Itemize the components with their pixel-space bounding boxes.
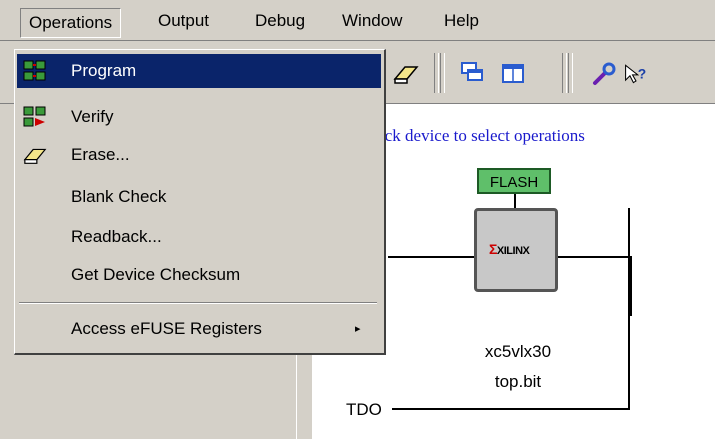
tile-windows-icon[interactable] xyxy=(500,61,526,87)
cascade-windows-icon[interactable] xyxy=(460,61,486,87)
menu-item-program[interactable]: Program xyxy=(17,54,381,88)
menu-bar: Operations Output Debug Window Help xyxy=(0,0,715,41)
menu-item-erase[interactable]: Erase... xyxy=(17,138,381,172)
menu-item-readback[interactable]: Readback... xyxy=(17,220,381,254)
xilinx-device-chip[interactable]: ΣXILINX xyxy=(474,208,558,292)
menu-item-get-device-checksum[interactable]: Get Device Checksum xyxy=(17,258,381,292)
menu-item-label: Program xyxy=(71,61,137,80)
menu-item-label: Access eFUSE Registers xyxy=(71,319,262,338)
menu-debug[interactable]: Debug xyxy=(251,9,309,33)
operations-menu: Program Verify Erase... Blank Check Read… xyxy=(14,49,386,355)
chain-wire xyxy=(558,256,630,258)
tdo-label: TDO xyxy=(346,400,382,419)
eraser-icon xyxy=(23,148,47,164)
tdo-wire xyxy=(392,408,630,410)
device-name: xc5vlx30 xyxy=(484,342,552,361)
eraser-icon[interactable] xyxy=(393,61,419,87)
verify-icon xyxy=(23,106,46,127)
toolbar-separator xyxy=(440,53,445,93)
menu-help[interactable]: Help xyxy=(440,9,483,33)
toolbar-separator xyxy=(568,53,573,93)
chain-wire xyxy=(628,256,632,316)
xilinx-logo: ΣXILINX xyxy=(489,241,530,257)
menu-operations[interactable]: Operations xyxy=(20,8,122,38)
menu-window[interactable]: Window xyxy=(338,9,406,33)
menu-item-label: Blank Check xyxy=(71,187,167,206)
menu-item-label: Readback... xyxy=(71,227,162,246)
chain-wire xyxy=(388,256,474,258)
toolbar-separator xyxy=(562,53,567,93)
program-icon xyxy=(23,60,46,81)
flash-device[interactable]: FLASH xyxy=(477,168,551,194)
menu-output[interactable]: Output xyxy=(154,9,213,33)
svg-text:?: ? xyxy=(638,65,646,81)
menu-item-access-efuse-registers[interactable]: Access eFUSE Registers ▸ xyxy=(17,312,381,346)
menu-separator xyxy=(19,302,377,304)
help-cursor-icon[interactable]: ? xyxy=(623,61,649,87)
canvas-hint-text: ick device to select operations xyxy=(380,126,585,145)
device-bitfile: top.bit xyxy=(494,372,542,391)
toolbar-separator xyxy=(434,53,439,93)
menu-item-label: Get Device Checksum xyxy=(71,265,241,284)
menu-item-blank-check[interactable]: Blank Check xyxy=(17,180,381,214)
wrench-icon[interactable] xyxy=(591,61,617,87)
submenu-arrow-icon: ▸ xyxy=(355,323,361,335)
menu-item-label: Erase... xyxy=(71,145,130,164)
flash-link-wire xyxy=(514,194,516,208)
menu-item-verify[interactable]: Verify xyxy=(17,100,381,134)
menu-item-label: Verify xyxy=(71,107,114,126)
